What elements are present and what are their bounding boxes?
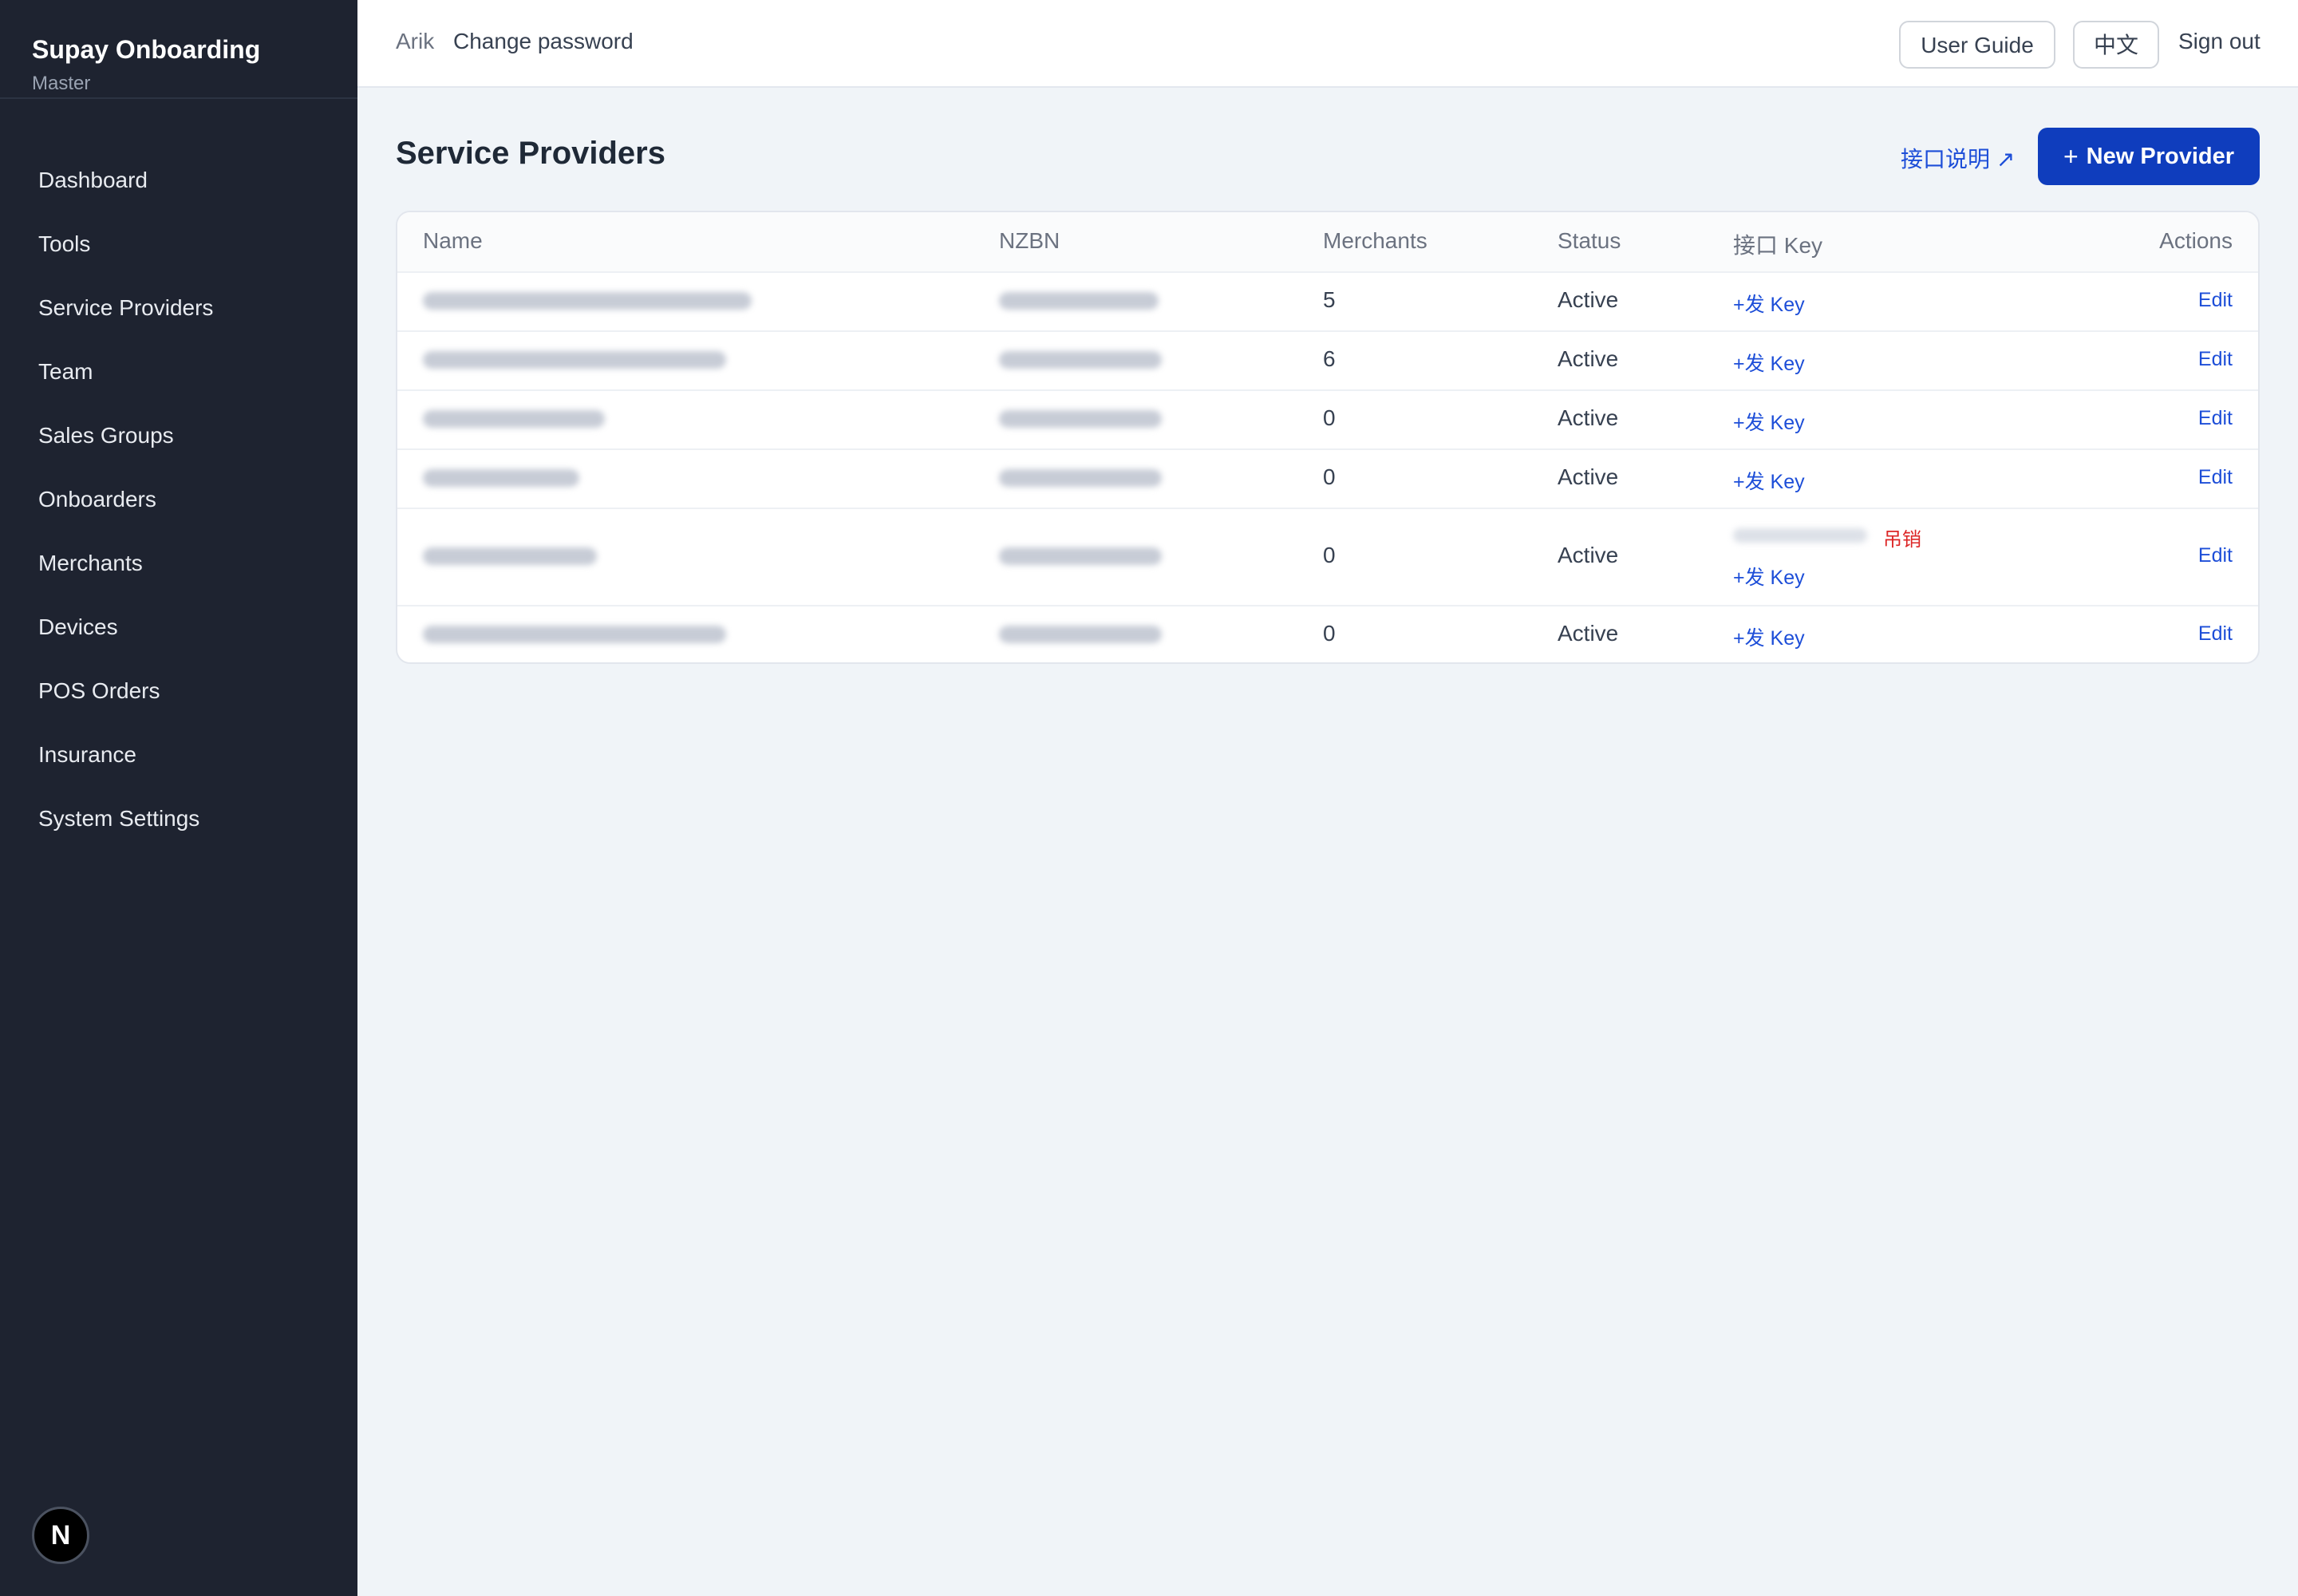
merchants-count: 0 [1323, 464, 1336, 489]
provider-name-redacted [423, 292, 752, 310]
provider-name-redacted [423, 469, 579, 487]
status-text: Active [1558, 287, 1619, 312]
column-header-actions: Actions [2159, 228, 2233, 253]
merchants-count: 5 [1323, 287, 1336, 312]
providers-table: Name NZBN Merchants Status 接口 Key Action… [396, 211, 2260, 664]
issue-key-link[interactable]: +发 Key [1733, 466, 1805, 495]
column-header-nzbn: NZBN [999, 228, 1060, 253]
brand-title: Supay Onboarding [32, 35, 261, 64]
sign-out-link[interactable]: Sign out [2178, 29, 2260, 54]
sidebar-item-onboarders[interactable]: Onboarders [0, 468, 357, 531]
sidebar-item-team[interactable]: Team [0, 340, 357, 404]
table-row: 0 Active +发 Key Edit [397, 389, 2258, 450]
sidebar-item-merchants[interactable]: Merchants [0, 531, 357, 595]
column-header-status: Status [1558, 228, 1621, 253]
nzbn-redacted [999, 626, 1162, 643]
change-password-link[interactable]: Change password [453, 29, 634, 54]
sidebar: Supay Onboarding Master Dashboard Tools … [0, 0, 357, 1596]
column-header-name: Name [423, 228, 483, 253]
issue-key-link[interactable]: +发 Key [1733, 348, 1805, 377]
issue-key-link[interactable]: +发 Key [1733, 289, 1805, 318]
sidebar-item-dashboard[interactable]: Dashboard [0, 148, 357, 212]
provider-name-redacted [423, 351, 726, 369]
merchants-count: 0 [1323, 621, 1336, 646]
top-bar: Arik Change password User Guide 中文 Sign … [357, 0, 2298, 88]
edit-link[interactable]: Edit [2198, 348, 2233, 371]
existing-key-redacted [1733, 528, 1867, 543]
new-provider-button[interactable]: + New Provider [2038, 128, 2260, 185]
api-doc-link[interactable]: 接口说明 ↗ [1901, 142, 2015, 174]
merchants-count: 0 [1323, 543, 1336, 567]
nzbn-redacted [999, 351, 1162, 369]
status-text: Active [1558, 464, 1619, 489]
issue-key-link[interactable]: +发 Key [1733, 622, 1805, 651]
edit-link[interactable]: Edit [2198, 407, 2233, 430]
plus-icon: + [2063, 141, 2079, 171]
sidebar-item-tools[interactable]: Tools [0, 212, 357, 276]
sidebar-item-service-providers[interactable]: Service Providers [0, 276, 357, 340]
provider-name-redacted [423, 626, 726, 643]
nzbn-redacted [999, 469, 1162, 487]
brand: Supay Onboarding Master [0, 0, 357, 99]
table-row: 0 Active +发 Key Edit [397, 605, 2258, 662]
table-row: 5 Active +发 Key Edit [397, 271, 2258, 332]
status-text: Active [1558, 543, 1619, 567]
issue-key-link[interactable]: +发 Key [1733, 562, 1805, 591]
provider-name-redacted [423, 410, 605, 428]
edit-link[interactable]: Edit [2198, 622, 2233, 646]
sidebar-item-system-settings[interactable]: System Settings [0, 787, 357, 851]
edit-link[interactable]: Edit [2198, 289, 2233, 312]
language-toggle-button[interactable]: 中文 [2073, 21, 2159, 69]
user-name: Arik [396, 29, 435, 53]
column-header-api-key: 接口 Key [1733, 233, 1823, 258]
column-header-merchants: Merchants [1323, 228, 1427, 253]
sidebar-nav: Dashboard Tools Service Providers Team S… [0, 148, 357, 851]
nzbn-redacted [999, 410, 1162, 428]
page-title: Service Providers [396, 136, 665, 171]
issue-key-link[interactable]: +发 Key [1733, 407, 1805, 436]
sidebar-item-pos-orders[interactable]: POS Orders [0, 659, 357, 723]
sidebar-item-devices[interactable]: Devices [0, 595, 357, 659]
provider-name-redacted [423, 547, 597, 565]
sidebar-item-insurance[interactable]: Insurance [0, 723, 357, 787]
user-guide-button[interactable]: User Guide [1899, 21, 2055, 69]
new-provider-label: New Provider [2086, 143, 2235, 169]
edit-link[interactable]: Edit [2198, 466, 2233, 489]
nextjs-logo-icon[interactable]: N [32, 1507, 89, 1564]
merchants-count: 6 [1323, 346, 1336, 371]
merchants-count: 0 [1323, 405, 1336, 430]
status-text: Active [1558, 405, 1619, 430]
table-row: 0 Active +发 Key Edit [397, 448, 2258, 509]
status-text: Active [1558, 346, 1619, 371]
edit-link[interactable]: Edit [2198, 544, 2233, 567]
table-row: 6 Active +发 Key Edit [397, 330, 2258, 391]
nzbn-redacted [999, 547, 1162, 565]
table-header: Name NZBN Merchants Status 接口 Key Action… [397, 212, 2258, 273]
sidebar-item-sales-groups[interactable]: Sales Groups [0, 404, 357, 468]
nzbn-redacted [999, 292, 1159, 310]
status-text: Active [1558, 621, 1619, 646]
revoke-key-link[interactable]: 吊销 [1883, 523, 1921, 551]
brand-subtitle: Master [32, 73, 91, 94]
table-row: 0 Active 吊销 +发 Key Edit [397, 508, 2258, 606]
